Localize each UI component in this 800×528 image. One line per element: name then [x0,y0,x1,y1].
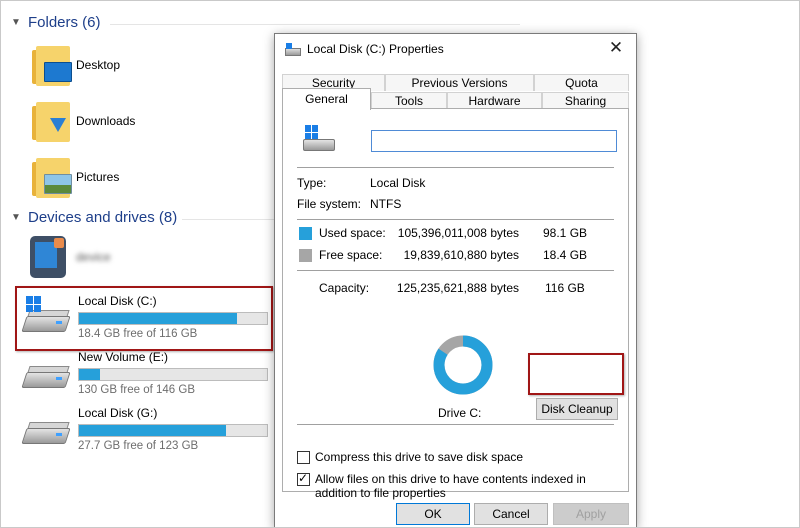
capacity-size: 116 GB [545,281,585,295]
drive-name: New Volume (E:) [78,350,169,364]
chevron-down-icon: ▼ [11,17,21,28]
section-divider [110,24,520,25]
type-value: Local Disk [370,176,426,190]
separator [297,167,614,168]
chevron-down-icon: ▼ [11,212,21,223]
separator [297,219,614,220]
close-button[interactable]: ✕ [606,38,626,58]
drive-usage-fill [79,425,226,436]
folder-label: Pictures [76,170,120,184]
download-arrow-icon [44,118,70,136]
folder-icon [30,44,72,86]
drive-free-space: 130 GB free of 146 GB [78,384,195,396]
used-space-swatch [299,227,312,240]
folder-item-downloads[interactable]: Downloads [30,96,135,146]
free-space-size: 18.4 GB [543,248,588,262]
drive-item-g[interactable]: Local Disk (G:) 27.7 GB free of 123 GB [21,404,268,452]
index-option[interactable]: Allow files on this drive to have conten… [297,471,617,500]
drive-free-space: 18.4 GB free of 116 GB [78,328,198,340]
folder-item-pictures[interactable]: Pictures [30,152,119,202]
drive-item-c[interactable]: Local Disk (C:) 18.4 GB free of 116 GB [21,292,268,340]
free-space-label: Free space: [319,248,383,262]
folders-header-label: Folders (6) [28,14,101,31]
ok-button[interactable]: OK [396,503,470,525]
separator [297,270,614,271]
compress-label: Compress this drive to save disk space [315,450,524,464]
index-label: Allow files on this drive to have conten… [315,472,586,500]
dialog-titlebar[interactable]: Local Disk (C:) Properties ✕ [275,34,636,64]
windows-logo-icon [26,296,42,312]
used-space-size: 98.1 GB [543,226,588,240]
devices-header-label: Devices and drives (8) [28,209,178,226]
folder-icon [30,100,70,142]
free-space-swatch [299,249,312,262]
file-system-value: NTFS [370,197,402,211]
folder-item-desktop[interactable]: Desktop [30,40,120,90]
drive-letter-label: Drive C: [438,406,482,420]
desktop-icon [44,62,72,82]
free-space-bytes: 19,839,610,880 bytes [403,248,519,262]
phone-icon [30,236,66,278]
device-name-blurred: device [76,250,111,264]
properties-dialog: Local Disk (C:) Properties ✕ Security Pr… [274,33,637,528]
folder-label: Desktop [76,58,121,72]
separator [297,424,614,425]
folder-icon [30,156,72,198]
drive-name: Local Disk (G:) [78,406,158,420]
apply-button[interactable]: Apply [553,503,629,525]
windows-logo-icon [305,125,319,139]
folders-section-header[interactable]: ▼ Folders (6) [10,14,101,31]
drive-usage-fill [79,313,237,324]
index-checkbox[interactable] [297,471,310,486]
used-space-label: Used space: [319,226,386,240]
tab-quota[interactable]: Quota [534,74,629,91]
disk-cleanup-button[interactable]: Disk Cleanup [536,398,618,420]
drive-item-e[interactable]: New Volume (E:) 130 GB free of 146 GB [21,348,268,396]
used-space-bytes: 105,396,011,008 bytes [397,226,519,240]
drive-name: Local Disk (C:) [78,294,157,308]
compress-checkbox[interactable] [297,451,310,464]
general-tab-panel: Type: Local Disk File system: NTFS Used … [282,108,629,500]
device-item-phone[interactable]: device [30,236,111,278]
drive-usage-bar [78,312,268,325]
tab-hardware[interactable]: Hardware [447,92,542,109]
type-label: Type: [297,176,327,190]
tab-previous-versions[interactable]: Previous Versions [385,74,534,91]
drive-usage-bar [78,424,268,437]
tab-tools[interactable]: Tools [371,92,447,109]
folder-label: Downloads [76,114,136,128]
compress-option[interactable]: Compress this drive to save disk space [297,450,523,464]
drive-icon [303,125,339,157]
cancel-button[interactable]: Cancel [474,503,548,525]
drive-icon [285,43,301,56]
drive-icon [21,358,71,392]
drive-usage-fill [79,369,100,380]
drive-icon [21,414,71,448]
tab-general[interactable]: General [282,88,371,110]
disk-usage-donut [433,335,493,395]
dialog-title: Local Disk (C:) Properties [307,42,444,56]
capacity-bytes: 125,235,621,888 bytes [396,281,519,295]
drive-free-space: 27.7 GB free of 123 GB [78,440,199,452]
drive-name-input[interactable] [371,130,617,152]
file-system-label: File system: [297,197,362,211]
picture-icon [44,174,72,194]
drive-icon [21,296,71,336]
drive-usage-bar [78,368,268,381]
capacity-label: Capacity: [319,281,370,295]
tab-sharing[interactable]: Sharing [542,92,629,109]
devices-section-header[interactable]: ▼ Devices and drives (8) [10,209,177,226]
